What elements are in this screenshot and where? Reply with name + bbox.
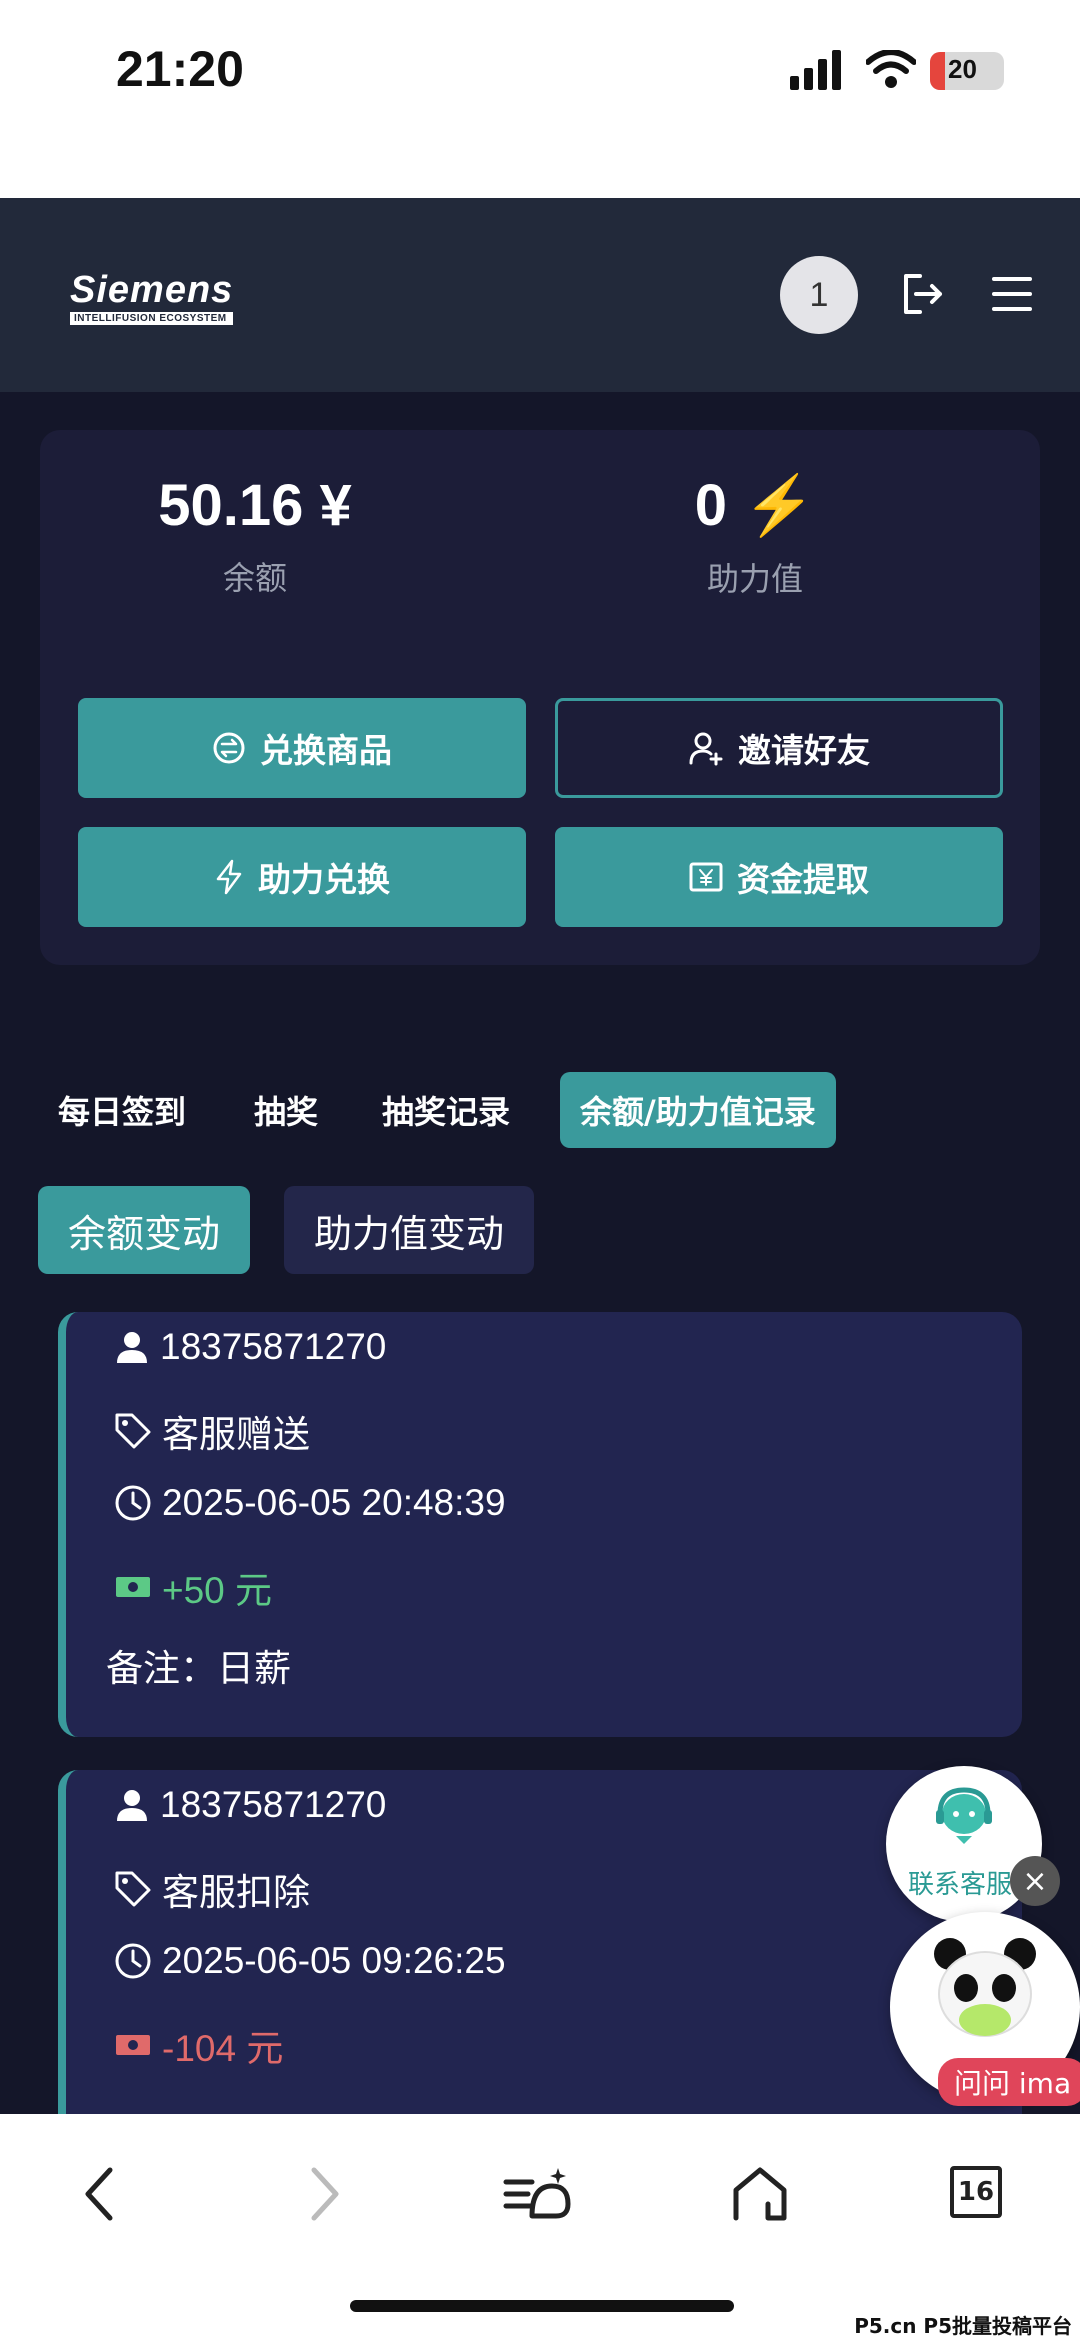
invite-friends-button[interactable]: 邀请好友: [555, 698, 1003, 798]
forward-icon[interactable]: [304, 2164, 344, 2224]
record-time: 2025-06-05 20:48:39: [162, 1482, 506, 1523]
headset-bot-icon: [936, 1787, 992, 1844]
battery-level: 20: [948, 54, 977, 84]
assist-stat: 0 ⚡ 助力值: [630, 472, 880, 600]
logout-icon[interactable]: [900, 272, 944, 316]
app-header: Siemens INTELLIFUSION ECOSYSTEM 1: [0, 198, 1080, 392]
withdraw-label: 资金提取: [737, 860, 869, 899]
home-indicator[interactable]: [350, 2300, 734, 2312]
siemens-logo[interactable]: Siemens INTELLIFUSION ECOSYSTEM: [70, 269, 234, 325]
add-user-icon: [689, 732, 723, 766]
record-type: 客服赠送: [162, 1414, 310, 1455]
status-bar: 21:20 20: [0, 0, 1080, 198]
tab-daily-checkin[interactable]: 每日签到: [38, 1072, 206, 1148]
record-time-row: 2025-06-05 20:48:39: [114, 1482, 506, 1524]
assist-exchange-button[interactable]: 助力兑换: [78, 827, 526, 927]
record-user: 18375871270: [160, 1784, 387, 1825]
record-amount-row: -104 元: [114, 2018, 283, 2072]
record-time: 2025-06-05 09:26:25: [162, 1940, 506, 1981]
service-label: 联系客服: [908, 1870, 1013, 1900]
wifi-icon: [866, 50, 916, 88]
tag-icon: [115, 1413, 151, 1449]
exchange-icon: [213, 732, 245, 764]
invite-friends-label: 邀请好友: [738, 731, 870, 770]
subtab-assist-changes[interactable]: 助力值变动: [284, 1186, 535, 1274]
watermark: P5.cn P5批量投稿平台: [854, 2314, 1072, 2337]
record-amount: +50 元: [162, 1570, 273, 1611]
tag-icon: [115, 1871, 151, 1907]
assist-exchange-label: 助力兑换: [258, 860, 390, 899]
close-icon[interactable]: ×: [1010, 1856, 1060, 1906]
record-amount: -104 元: [162, 2028, 284, 2069]
list-item: 18375871270 客服扣除 2025-06-05 09:26:25 -10…: [58, 1770, 1022, 2170]
balance-stat: 50.16 ¥ 余额: [130, 472, 380, 599]
ai-assistant-icon[interactable]: [502, 2164, 572, 2224]
record-type-row: 客服扣除: [114, 1862, 310, 1916]
balance-value: 50.16 ¥: [158, 473, 352, 538]
list-item: 18375871270 客服赠送 2025-06-05 20:48:39 +50…: [58, 1312, 1022, 1737]
panda-icon: [934, 1938, 1036, 2037]
record-user: 18375871270: [160, 1326, 387, 1367]
assist-label: 助力值: [706, 560, 803, 598]
record-note-row: 备注：日薪: [106, 1638, 291, 1692]
clock-icon: [115, 1485, 151, 1521]
menu-icon[interactable]: [990, 272, 1034, 316]
balance-card: 50.16 ¥ 余额 0 ⚡ 助力值 兑换商品 邀请好友 助力兑换 资金提取: [40, 430, 1040, 965]
record-user-row: 18375871270: [114, 1784, 386, 1826]
ima-label[interactable]: 问问 ima: [938, 2058, 1080, 2106]
money-icon: [116, 2035, 150, 2055]
record-user-row: 18375871270: [114, 1326, 386, 1368]
tab-lottery[interactable]: 抽奖: [234, 1072, 338, 1148]
money-icon: [116, 1577, 150, 1597]
signal-icon: [790, 50, 841, 90]
lightning-icon: ⚡: [743, 473, 816, 538]
user-icon: [117, 1332, 147, 1363]
assist-value: 0: [694, 473, 727, 538]
exchange-goods-label: 兑换商品: [260, 731, 392, 770]
record-amount-row: +50 元: [114, 1560, 272, 1614]
notification-badge[interactable]: 1: [780, 256, 858, 334]
logo-main-text: Siemens: [70, 269, 234, 311]
user-icon: [117, 1790, 147, 1821]
home-icon[interactable]: [730, 2164, 790, 2224]
logo-sub-text: INTELLIFUSION ECOSYSTEM: [70, 312, 234, 325]
tab-balance-records[interactable]: 余额/助力值记录: [560, 1072, 836, 1148]
clock-icon: [115, 1943, 151, 1979]
record-note: 备注：日薪: [106, 1648, 291, 1689]
balance-label: 余额: [222, 559, 287, 597]
record-time-row: 2025-06-05 09:26:25: [114, 1940, 506, 1982]
tabs-count-button[interactable]: 16: [950, 2166, 1002, 2218]
yuan-box-icon: [689, 862, 723, 892]
status-time: 21:20: [116, 41, 244, 97]
withdraw-button[interactable]: 资金提取: [555, 827, 1003, 927]
battery-icon: 20: [930, 52, 1004, 90]
exchange-goods-button[interactable]: 兑换商品: [78, 698, 526, 798]
back-icon[interactable]: [80, 2164, 120, 2224]
subtab-balance-changes[interactable]: 余额变动: [38, 1186, 251, 1274]
record-type-row: 客服赠送: [114, 1404, 310, 1458]
record-type: 客服扣除: [162, 1872, 310, 1913]
bolt-outline-icon: [216, 859, 242, 895]
tab-lottery-records[interactable]: 抽奖记录: [362, 1072, 530, 1148]
